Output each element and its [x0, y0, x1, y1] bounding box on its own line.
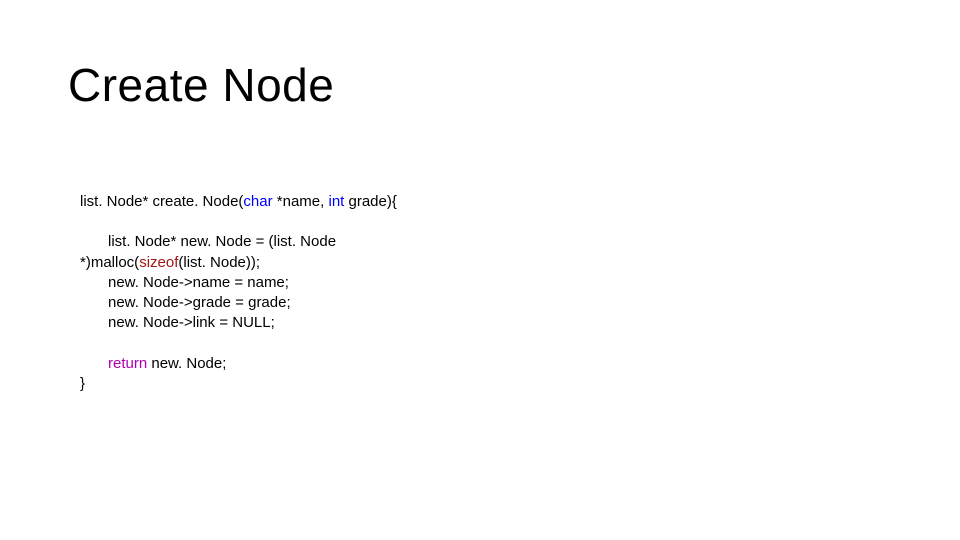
code-line-assign-name: new. Node->name = name;	[80, 273, 397, 293]
slide-title: Create Node	[68, 58, 334, 112]
blank-line	[80, 212, 397, 232]
keyword-int: int	[328, 193, 344, 210]
code-text: (list. Node));	[178, 254, 260, 271]
code-line-close: }	[80, 374, 397, 394]
code-line-malloc-2: *)malloc(sizeof(list. Node));	[80, 253, 397, 273]
code-text: list. Node* create. Node(	[80, 193, 243, 210]
slide: Create Node list. Node* create. Node(cha…	[0, 0, 960, 540]
keyword-sizeof: sizeof	[139, 254, 178, 271]
code-line-return: return new. Node;	[80, 354, 397, 374]
code-text: grade){	[344, 193, 397, 210]
code-line-assign-grade: new. Node->grade = grade;	[80, 293, 397, 313]
blank-line	[80, 334, 397, 354]
code-line-assign-link: new. Node->link = NULL;	[80, 313, 397, 333]
keyword-return: return	[108, 355, 147, 372]
code-line-signature: list. Node* create. Node(char *name, int…	[80, 192, 397, 212]
keyword-char: char	[243, 193, 272, 210]
code-line-malloc-1: list. Node* new. Node = (list. Node	[80, 232, 397, 252]
code-block: list. Node* create. Node(char *name, int…	[80, 192, 397, 394]
code-text: new. Node;	[147, 355, 226, 372]
code-text: *name,	[273, 193, 329, 210]
code-text: *)malloc(	[80, 254, 139, 271]
